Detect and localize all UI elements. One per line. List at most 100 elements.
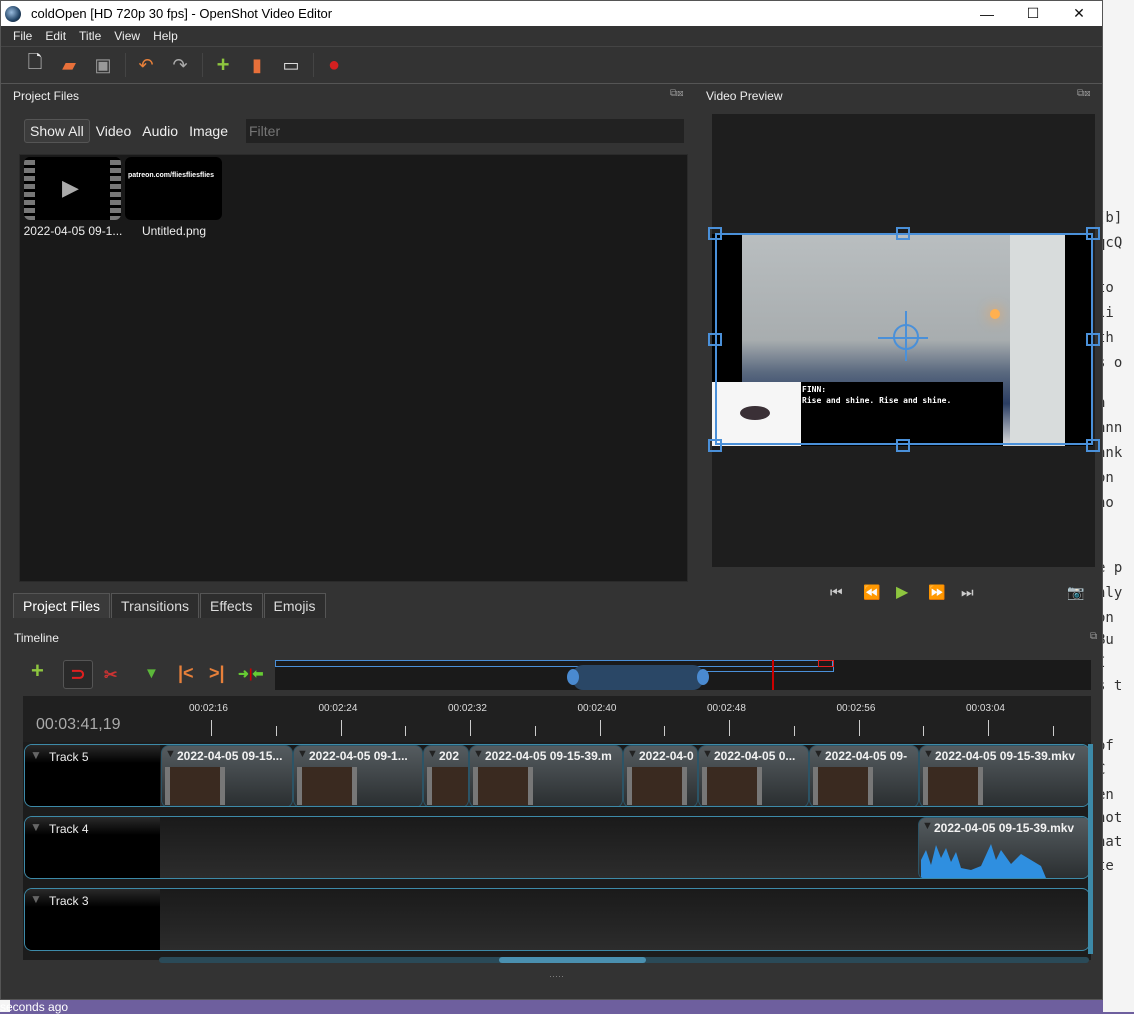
previous-marker-icon[interactable]: |<: [178, 663, 194, 684]
profile-icon[interactable]: ▮: [245, 53, 269, 77]
overview-viewport[interactable]: [573, 665, 703, 690]
timeline-clip[interactable]: ▼ 2022-04-05 09-15-39.m: [469, 745, 623, 806]
maximize-button[interactable]: ☐: [1010, 1, 1056, 26]
image-thumbnail: patreon.com/fliesfliesflies: [125, 157, 222, 220]
razor-scissors-icon[interactable]: ✂: [104, 665, 117, 685]
ruler-tick: [988, 720, 989, 736]
resize-handle[interactable]: [708, 333, 722, 346]
video-preview[interactable]: FINN: Rise and shine. Rise and shine.: [708, 114, 1100, 567]
snap-magnet-icon[interactable]: ⊃: [63, 660, 93, 689]
tab-effects[interactable]: Effects: [199, 593, 263, 618]
minimize-button[interactable]: —: [964, 1, 1010, 26]
resize-handle[interactable]: [708, 227, 722, 240]
rewind-button[interactable]: ⏪: [863, 584, 880, 601]
project-files-title: Project Files: [13, 89, 80, 103]
ruler-tick: [470, 720, 471, 736]
track-menu-chevron-icon[interactable]: ▼: [30, 820, 42, 834]
filter-image[interactable]: Image: [184, 120, 233, 142]
dock-buttons[interactable]: ⧉: [1090, 631, 1097, 642]
jump-end-button[interactable]: ⏭: [961, 584, 974, 601]
filter-show-all[interactable]: Show All: [24, 119, 90, 143]
track-track-4[interactable]: ▼ Track 4 ▼ 2022-04-05 09-15-39.mkv: [24, 816, 1090, 879]
timeline-clip[interactable]: ▼ 2022-04-05 09-15-39.mkv: [918, 817, 1089, 878]
timeline-clip[interactable]: ▼ 2022-04-0: [623, 745, 698, 806]
tab-project-files[interactable]: Project Files: [13, 593, 111, 618]
add-track-icon[interactable]: +: [31, 658, 44, 684]
clip-menu-chevron-icon[interactable]: ▼: [473, 748, 484, 760]
clip-name: 2022-04-05 09-15-39.mkv: [934, 821, 1075, 835]
clip-menu-chevron-icon[interactable]: ▼: [165, 748, 176, 760]
clip-thumbnail: [165, 767, 225, 805]
filter-input[interactable]: [246, 119, 684, 143]
menu-file[interactable]: File: [13, 29, 32, 43]
export-video-icon[interactable]: ●: [322, 53, 346, 77]
clip-menu-chevron-icon[interactable]: ▼: [922, 820, 933, 832]
resize-grip[interactable]: ·····: [549, 971, 564, 981]
menu-view[interactable]: View: [114, 29, 140, 43]
background-text-fragment: s t: [1103, 678, 1123, 694]
ruler-tick: [858, 720, 860, 736]
timeline-overview[interactable]: [275, 660, 1091, 690]
timeline-clip[interactable]: ▼ 2022-04-05 0...: [698, 745, 809, 806]
fullscreen-icon[interactable]: ▭: [279, 53, 303, 77]
import-files-icon[interactable]: +: [211, 52, 235, 77]
clip-menu-chevron-icon[interactable]: ▼: [702, 748, 713, 760]
next-marker-icon[interactable]: >|: [209, 663, 225, 684]
filter-audio[interactable]: Audio: [137, 120, 183, 142]
redo-icon[interactable]: ↷: [168, 53, 192, 77]
clip-menu-chevron-icon[interactable]: ▼: [427, 748, 438, 760]
close-button[interactable]: ✕: [1056, 1, 1102, 26]
track-track-3[interactable]: ▼ Track 3: [24, 888, 1090, 951]
save-project-icon[interactable]: ▣: [91, 53, 115, 77]
track-menu-chevron-icon[interactable]: ▼: [30, 892, 42, 906]
center-timeline-icon[interactable]: ➜|⬅: [238, 666, 263, 682]
timeline-clip[interactable]: ▼ 2022-04-05 09-1...: [293, 745, 423, 806]
new-project-icon[interactable]: 🗋: [23, 52, 47, 77]
tab-emojis[interactable]: Emojis: [263, 593, 326, 618]
clip-menu-chevron-icon[interactable]: ▼: [813, 748, 824, 760]
resize-handle[interactable]: [1086, 227, 1100, 240]
resize-handle[interactable]: [1086, 439, 1100, 452]
timeline-clip[interactable]: ▼ 2022-04-05 09-15-39.mkv: [919, 745, 1089, 806]
horizontal-scrollbar[interactable]: [159, 957, 1089, 963]
track-menu-chevron-icon[interactable]: ▼: [30, 748, 42, 762]
track-name: Track 5: [49, 750, 89, 764]
track-header[interactable]: ▼ Track 4: [25, 817, 160, 878]
vertical-scrollbar[interactable]: [1088, 744, 1093, 954]
background-text-fragment: hot: [1103, 810, 1123, 826]
timeline-ruler[interactable]: 00:03:41,19 00:02:16 00:02:24 00:02:32 00:0…: [23, 696, 1091, 742]
resize-handle[interactable]: [1086, 333, 1100, 346]
menu-edit[interactable]: Edit: [45, 29, 66, 43]
jump-start-button[interactable]: ⏮: [830, 584, 843, 601]
track-header[interactable]: ▼ Track 5: [25, 745, 160, 806]
resize-handle[interactable]: [708, 439, 722, 452]
ruler-tick: [211, 720, 212, 736]
timeline-clip[interactable]: ▼ 2022-04-05 09-: [809, 745, 919, 806]
add-marker-icon[interactable]: ▼: [144, 665, 159, 682]
dock-buttons[interactable]: ⧉⊠: [670, 88, 684, 99]
dock-buttons[interactable]: ⧉⊠: [1077, 88, 1091, 99]
camera-icon[interactable]: 📷: [1067, 584, 1084, 601]
timeline-clip[interactable]: ▼ 2022-04-05 09-15...: [161, 745, 293, 806]
play-button[interactable]: ▶: [896, 582, 908, 602]
background-text-fragment: en: [1103, 787, 1114, 803]
filter-video[interactable]: Video: [91, 120, 137, 142]
play-icon: ▶: [62, 175, 79, 200]
track-header[interactable]: ▼ Track 3: [25, 889, 160, 950]
open-project-icon[interactable]: ▰: [57, 53, 81, 77]
clip-menu-chevron-icon[interactable]: ▼: [297, 748, 308, 760]
scrollbar-thumb[interactable]: [499, 957, 646, 963]
ruler-tick: [599, 720, 601, 736]
timeline-clip[interactable]: ▼ 202: [423, 745, 469, 806]
clip-name: 2022-04-0: [639, 749, 694, 763]
resize-handle[interactable]: [896, 227, 910, 240]
clip-menu-chevron-icon[interactable]: ▼: [923, 748, 934, 760]
menu-title[interactable]: Title: [79, 29, 101, 43]
menu-help[interactable]: Help: [153, 29, 178, 43]
clip-menu-chevron-icon[interactable]: ▼: [627, 748, 638, 760]
tab-transitions[interactable]: Transitions: [111, 593, 199, 618]
resize-handle[interactable]: [896, 439, 910, 452]
track-track-5[interactable]: ▼ Track 5 ▼ 2022-04-05 09-15... ▼ 2022-04-05 …: [24, 744, 1090, 807]
undo-icon[interactable]: ↶: [134, 53, 158, 77]
fast-forward-button[interactable]: ⏩: [928, 584, 945, 601]
